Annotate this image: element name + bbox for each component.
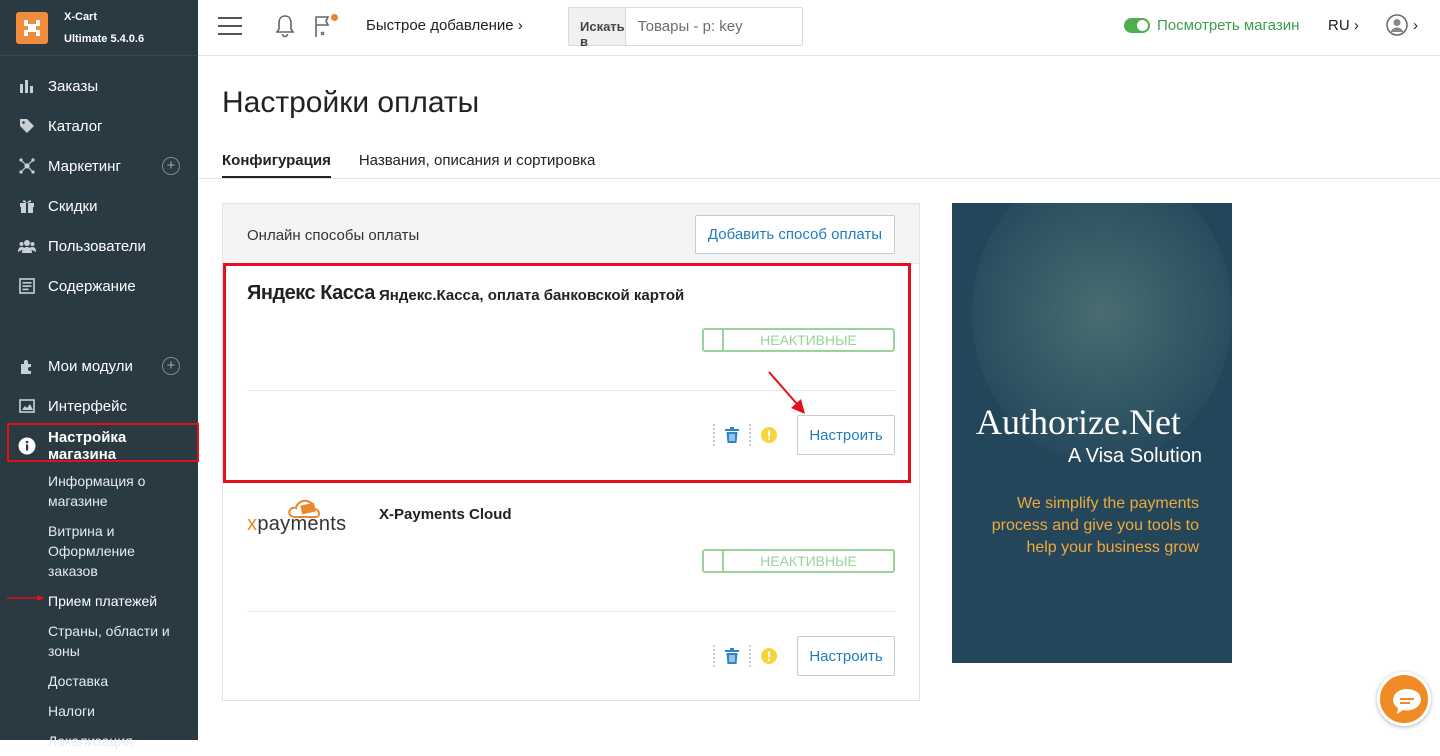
sidebar-item-label: Мои модули	[48, 357, 133, 375]
status-toggle[interactable]: НЕАКТИВНЫЕ	[702, 549, 895, 573]
sidebar-item-content[interactable]: Содержание	[0, 266, 198, 306]
search-input[interactable]	[625, 8, 837, 45]
panel-header: Онлайн способы оплаты Добавить способ оп…	[223, 204, 919, 264]
submenu-localization[interactable]: Локализация	[48, 726, 198, 756]
sidebar-item-discounts[interactable]: Скидки	[0, 186, 198, 226]
divider	[247, 611, 895, 612]
sidebar: X-Cart Ultimate 5.4.0.6 Заказы Каталог М…	[0, 0, 199, 749]
sidebar-item-label: Интерфейс	[48, 397, 128, 415]
users-icon	[18, 237, 36, 255]
user-avatar-icon	[1386, 14, 1408, 36]
sidebar-item-orders[interactable]: Заказы	[0, 66, 198, 106]
sidebar-item-label: Маркетинг	[48, 157, 121, 175]
brand-version: Ultimate 5.4.0.6	[64, 32, 145, 45]
chevron-right-icon: ›	[1353, 17, 1359, 34]
ad-tagline: We simplify the payments process and giv…	[991, 495, 1199, 556]
chart-icon	[18, 77, 36, 95]
sidebar-item-label: Пользователи	[48, 237, 146, 255]
sidebar-item-users[interactable]: Пользователи	[0, 226, 198, 266]
add-icon[interactable]: +	[162, 157, 180, 175]
chevron-right-icon: ›	[1413, 16, 1418, 34]
toggle-switch[interactable]	[1124, 18, 1150, 33]
arrow-icon	[768, 371, 805, 414]
quick-add-menu[interactable]: Быстрое добавление ›	[366, 17, 523, 34]
sidebar-item-label: Каталог	[48, 117, 103, 135]
sidebar-item-marketing[interactable]: Маркетинг +	[0, 146, 198, 186]
tab-names-sorting[interactable]: Названия, описания и сортировка	[359, 152, 596, 179]
method-tools	[703, 645, 777, 667]
network-icon	[18, 157, 36, 175]
sidebar-item-label: Заказы	[48, 77, 99, 95]
xpayments-logo: xpayments	[247, 491, 357, 540]
tabs: Конфигурация Названия, описания и сортир…	[222, 152, 623, 179]
view-store-toggle[interactable]: Посмотреть магазин	[1124, 17, 1299, 34]
user-menu[interactable]: ›	[1386, 14, 1418, 36]
chevron-right-icon: ›	[517, 17, 523, 34]
submenu-payments[interactable]: Прием платежей	[48, 586, 198, 616]
submenu-storefront[interactable]: Витрина и Оформление заказов	[48, 516, 198, 586]
panel-heading: Онлайн способы оплаты	[247, 227, 420, 244]
brand[interactable]: X-Cart Ultimate 5.4.0.6	[0, 0, 198, 56]
brand-name: X-Cart	[64, 10, 98, 23]
authorize-net-banner[interactable]: Authorize.Net A Visa Solution We simplif…	[952, 203, 1232, 663]
search-bar: Искать в ⌵	[568, 7, 837, 49]
topbar: Быстрое добавление › Искать в⌵ Посмотрет…	[198, 0, 1440, 56]
page-title: Настройки оплаты	[222, 86, 480, 119]
ad-subtitle: A Visa Solution	[1067, 445, 1202, 467]
menu-icon[interactable]	[218, 16, 242, 36]
tab-configuration[interactable]: Конфигурация	[222, 152, 331, 179]
search-scope-select[interactable]: Искать в ⌵	[569, 8, 626, 49]
submenu-shipping[interactable]: Доставка	[48, 666, 198, 696]
bell-icon[interactable]	[274, 14, 296, 38]
ad-title: Authorize.Net	[976, 402, 1181, 442]
payment-method-xpayments: xpayments X-Payments Cloud НЕАКТИВНЫЕ На…	[223, 485, 919, 705]
add-payment-method-button[interactable]: Добавить способ оплаты	[694, 215, 895, 254]
arrow-icon	[7, 595, 45, 601]
sidebar-item-interface[interactable]: Интерфейс	[0, 386, 198, 426]
warning-icon	[761, 648, 777, 664]
submenu-store-info[interactable]: Информация о магазине	[48, 466, 198, 516]
sidebar-item-modules[interactable]: Мои модули +	[0, 346, 198, 386]
chat-button[interactable]	[1377, 672, 1431, 726]
method-name: X-Payments Cloud	[379, 506, 512, 523]
chevron-down-icon: ⌵	[606, 19, 615, 31]
language-selector[interactable]: RU ›	[1328, 17, 1359, 34]
divider	[198, 178, 1440, 179]
quick-add-label: Быстрое добавление	[366, 17, 514, 34]
tag-icon	[18, 117, 36, 135]
configure-button[interactable]: Настроить	[797, 636, 895, 676]
xcart-logo-icon	[16, 11, 48, 44]
sidebar-item-label: Содержание	[48, 277, 136, 295]
content-icon	[18, 277, 36, 295]
submenu-countries[interactable]: Страны, области и зоны	[48, 616, 198, 666]
status-label: НЕАКТИВНЫЕ	[760, 553, 857, 569]
gift-icon	[18, 197, 36, 215]
image-icon	[18, 397, 36, 415]
sidebar-nav: Заказы Каталог Маркетинг + Скидки Пользо…	[0, 66, 198, 756]
store-setup-submenu: Информация о магазине Витрина и Оформлен…	[0, 466, 198, 756]
add-icon[interactable]: +	[162, 357, 180, 375]
submenu-taxes[interactable]: Налоги	[48, 696, 198, 726]
trash-icon[interactable]	[725, 648, 739, 664]
flag-icon[interactable]	[313, 14, 338, 43]
chat-icon	[1393, 689, 1421, 714]
sidebar-item-catalog[interactable]: Каталог	[0, 106, 198, 146]
puzzle-icon	[18, 357, 36, 375]
view-store-link[interactable]: Посмотреть магазин	[1157, 17, 1299, 34]
active-highlight-frame	[7, 423, 199, 462]
sidebar-item-label: Скидки	[48, 197, 98, 215]
